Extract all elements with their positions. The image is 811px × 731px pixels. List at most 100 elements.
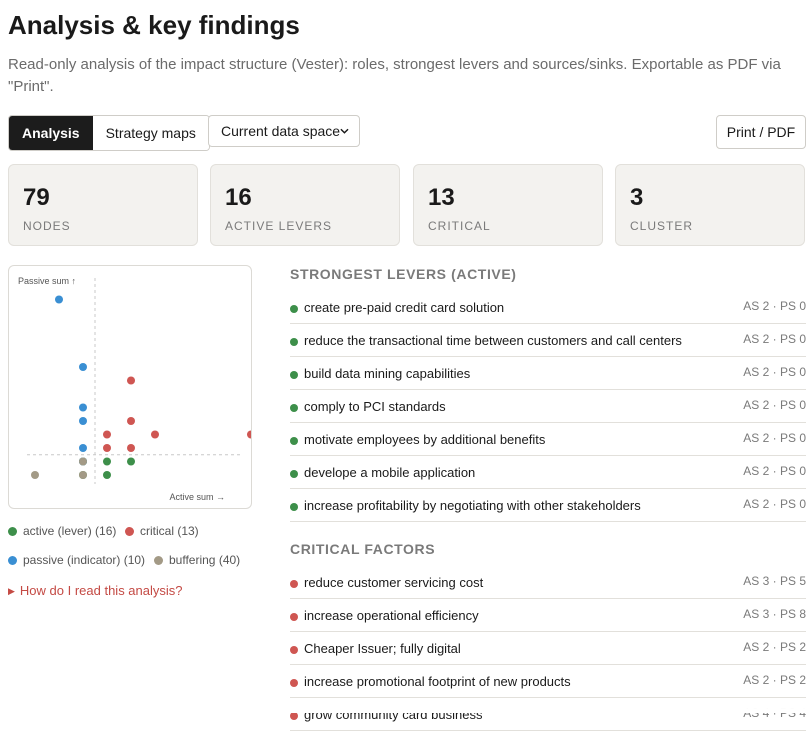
lever-score: AS 2 · PS 0	[743, 365, 806, 379]
point-critical[interactable]	[151, 430, 159, 439]
critical-factor-dot	[290, 679, 298, 687]
point-critical[interactable]	[103, 430, 111, 439]
legend-item-critical: critical (13)	[125, 524, 199, 538]
lever-score: AS 2 · PS 0	[743, 299, 806, 313]
data-space-select[interactable]: Current data space	[208, 115, 360, 147]
y-axis-label: Passive sum ↑	[18, 276, 76, 286]
view-tabs: Analysis Strategy maps	[8, 115, 210, 151]
point-critical[interactable]	[127, 444, 135, 452]
stat-critical: 13 CRITICAL	[413, 164, 603, 246]
critical-factor-name: Cheaper Issuer; fully digital	[304, 641, 461, 656]
critical-factor-score: AS 3 · PS 5	[743, 574, 806, 588]
point-buffering[interactable]	[31, 471, 39, 479]
stat-active-levers: 16 ACTIVE LEVERS	[210, 164, 400, 246]
scroll-fade	[290, 698, 811, 713]
legend-label-critical: critical (13)	[140, 524, 199, 538]
stat-critical-value: 13	[428, 184, 455, 211]
point-critical[interactable]	[247, 430, 251, 439]
critical-section-title: CRITICAL FACTORS	[290, 541, 436, 557]
lever-dot	[290, 305, 298, 313]
lever-name: comply to PCI standards	[304, 399, 446, 414]
legend-label-active: active (lever) (16)	[23, 524, 117, 538]
stat-nodes-label: NODES	[23, 219, 71, 233]
critical-factor-dot	[290, 613, 298, 621]
x-axis-label: Active sum →	[169, 492, 225, 502]
point-passive-indicator[interactable]	[79, 417, 87, 425]
lever-row[interactable]: build data mining capabilities AS 2 · PS …	[290, 357, 806, 390]
point-passive-indicator[interactable]	[55, 295, 63, 304]
vester-scatter-plot: Passive sum ↑ Active sum →	[8, 265, 252, 509]
lever-row[interactable]: develope a mobile application AS 2 · PS 0	[290, 456, 806, 489]
levers-list: create pre-paid credit card solution AS 2…	[290, 291, 806, 522]
lever-name: develope a mobile application	[304, 465, 476, 480]
stat-critical-label: CRITICAL	[428, 219, 491, 233]
legend-item-passive: passive (indicator) (10)	[8, 553, 145, 567]
critical-factor-score: AS 2 · PS 2	[743, 640, 806, 654]
tab-analysis[interactable]: Analysis	[9, 116, 93, 150]
point-critical[interactable]	[127, 417, 135, 425]
critical-factor-score: AS 2 · PS 2	[743, 673, 806, 687]
legend-dot-buffering	[154, 555, 163, 565]
scatter-points	[31, 295, 251, 479]
page-subtitle: Read-only analysis of the impact structu…	[8, 56, 781, 95]
point-passive-indicator[interactable]	[79, 403, 87, 412]
critical-factor-score: AS 3 · PS 8	[743, 607, 806, 621]
legend-dot-active	[8, 526, 17, 536]
lever-dot	[290, 437, 298, 445]
stat-active-levers-value: 16	[225, 184, 252, 211]
critical-factor-row[interactable]: Cheaper Issuer; fully digital AS 2 · PS 2	[290, 632, 806, 665]
point-passive-indicator[interactable]	[79, 444, 87, 452]
stat-nodes: 79 NODES	[8, 164, 198, 246]
stat-cluster: 3 CLUSTER	[615, 164, 805, 246]
critical-factor-row[interactable]: increase promotional footprint of new pr…	[290, 665, 806, 698]
legend-label-passive: passive (indicator) (10)	[23, 553, 146, 567]
levers-section-title: STRONGEST LEVERS (ACTIVE)	[290, 266, 517, 282]
legend-label-buffering: buffering (40)	[169, 553, 241, 567]
chevron-down-icon	[340, 128, 349, 134]
lever-row[interactable]: create pre-paid credit card solution AS 2…	[290, 291, 806, 324]
point-critical[interactable]	[127, 376, 135, 385]
lever-dot	[290, 470, 298, 478]
lever-name: increase profitability by negotiating wi…	[304, 498, 641, 513]
stat-cluster-label: CLUSTER	[630, 219, 694, 233]
point-critical[interactable]	[103, 444, 111, 452]
tab-strategy-maps[interactable]: Strategy maps	[92, 116, 209, 150]
lever-dot	[290, 371, 298, 379]
point-passive-indicator[interactable]	[79, 363, 87, 371]
lever-row[interactable]: reduce the transactional time between cu…	[290, 324, 806, 357]
lever-name: reduce the transactional time between cu…	[304, 333, 682, 348]
lever-name: create pre-paid credit card solution	[304, 300, 505, 315]
critical-factor-name: increase promotional footprint of new pr…	[304, 674, 571, 689]
stat-nodes-value: 79	[23, 184, 50, 211]
lever-name: motivate employees by additional benefit…	[304, 432, 546, 447]
print-pdf-button[interactable]: Print / PDF	[716, 115, 806, 149]
critical-factor-name: reduce customer servicing cost	[304, 575, 484, 590]
lever-score: AS 2 · PS 0	[743, 497, 806, 511]
critical-factor-dot	[290, 646, 298, 654]
legend-dot-critical	[125, 526, 134, 536]
lever-dot	[290, 338, 298, 346]
data-space-select-value: Current data space	[221, 123, 341, 139]
point-active-lever[interactable]	[103, 471, 111, 479]
stat-cluster-value: 3	[630, 184, 644, 211]
scatter-svg: Passive sum ↑ Active sum →	[18, 276, 251, 502]
lever-row[interactable]: increase profitability by negotiating wi…	[290, 489, 806, 522]
critical-factor-dot	[290, 712, 298, 720]
lever-name: build data mining capabilities	[304, 366, 471, 381]
point-buffering[interactable]	[79, 457, 87, 466]
critical-factor-row[interactable]: increase operational efficiency AS 3 · PS…	[290, 599, 806, 632]
lever-row[interactable]: motivate employees by additional benefit…	[290, 423, 806, 456]
critical-factor-row[interactable]: reduce customer servicing cost AS 3 · PS …	[290, 566, 806, 599]
point-active-lever[interactable]	[103, 457, 111, 466]
lever-score: AS 2 · PS 0	[743, 398, 806, 412]
lever-score: AS 2 · PS 0	[743, 464, 806, 478]
how-to-read-label: How do I read this analysis?	[19, 583, 183, 598]
point-active-lever[interactable]	[127, 457, 135, 466]
lever-dot	[290, 404, 298, 412]
disclosure-triangle-icon: ▶	[8, 586, 15, 596]
lever-row[interactable]: comply to PCI standards AS 2 · PS 0	[290, 390, 806, 423]
stat-active-levers-label: ACTIVE LEVERS	[225, 219, 333, 233]
how-to-read-link[interactable]: ▶ How do I read this analysis?	[8, 583, 183, 598]
legend-dot-passive	[8, 555, 17, 565]
point-buffering[interactable]	[79, 471, 87, 479]
